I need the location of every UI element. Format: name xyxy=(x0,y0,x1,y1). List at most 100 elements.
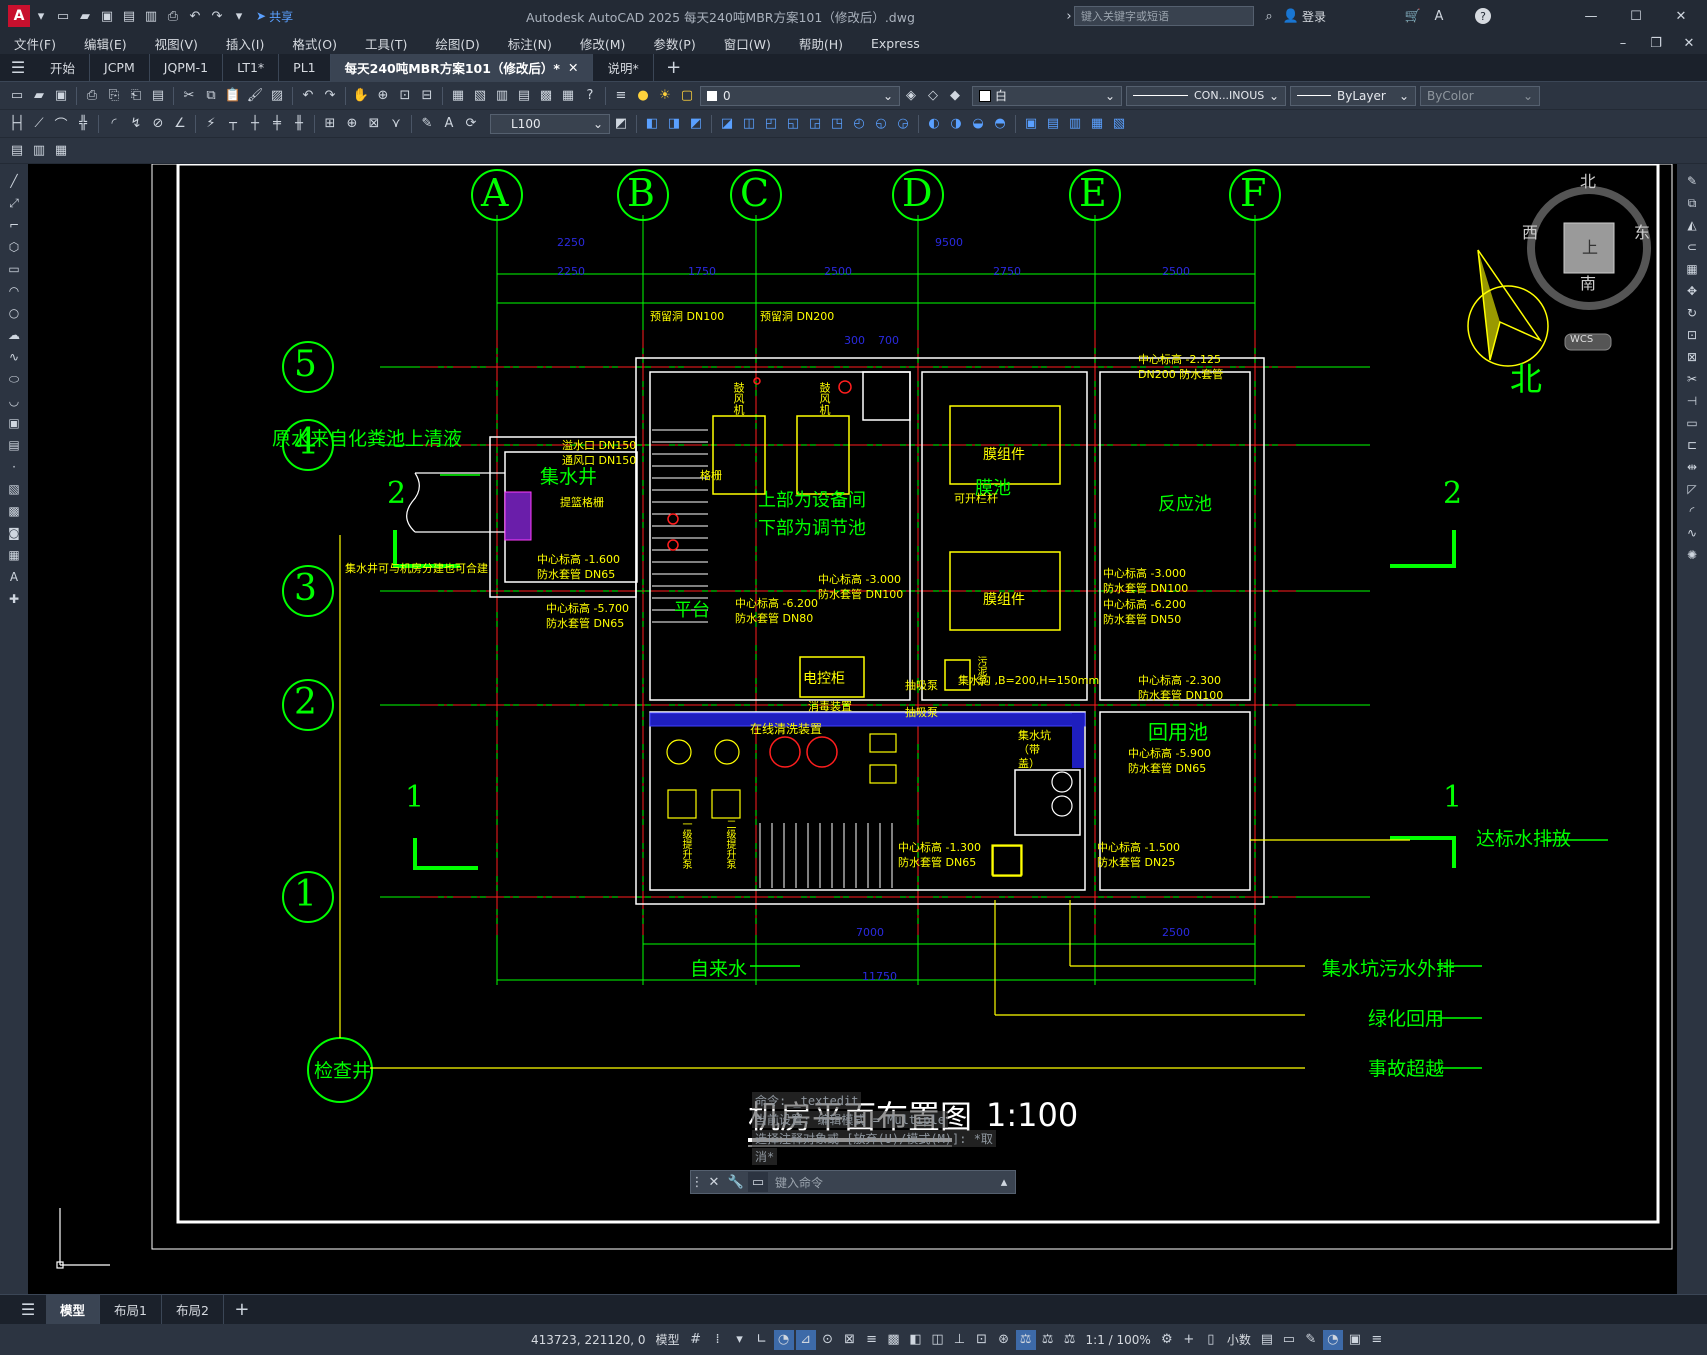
dim-linear-icon[interactable]: ├┤ xyxy=(7,114,27,134)
join-icon[interactable]: ⇹ xyxy=(1682,457,1702,477)
gizmo-icon[interactable]: ⊛ xyxy=(994,1330,1014,1350)
table-icon[interactable]: ▦ xyxy=(4,545,24,565)
move-icon[interactable]: ✥ xyxy=(1682,281,1702,301)
markup-icon[interactable]: ▩ xyxy=(536,86,556,106)
tab-layout1[interactable]: 布局1 xyxy=(100,1294,162,1325)
fillet-icon[interactable]: ◜ xyxy=(1682,501,1702,521)
open-icon[interactable]: ▰ xyxy=(29,86,49,106)
scale-readout[interactable]: 1:1 / 100% xyxy=(1081,1324,1156,1355)
sun-icon[interactable]: ☀ xyxy=(655,86,675,106)
hamburger-menu-icon[interactable]: ☰ xyxy=(8,58,28,78)
customization-icon[interactable]: ≡ xyxy=(1367,1330,1387,1350)
sign-in-link[interactable]: 登录 xyxy=(1302,8,1326,25)
point-icon[interactable]: · xyxy=(4,457,24,477)
layer-previous-icon[interactable]: ◇ xyxy=(923,86,943,106)
lineweight-icon[interactable]: ≡ xyxy=(862,1330,882,1350)
annotation-visibility-icon[interactable]: ⚖ xyxy=(1015,1329,1036,1350)
model-space-button[interactable]: 模型 xyxy=(651,1324,685,1355)
qat-menu-icon[interactable]: ▾ xyxy=(229,6,249,26)
view-left-icon[interactable]: ◩ xyxy=(686,114,706,134)
render-2-icon[interactable]: ▤ xyxy=(1043,114,1063,134)
menu-tools[interactable]: 工具(T) xyxy=(351,34,421,53)
coordinates-readout[interactable]: 413723, 221120, 0 xyxy=(526,1324,651,1355)
layout-menu-icon[interactable]: ☰ xyxy=(18,1300,38,1320)
layer-states-icon[interactable]: ◆ xyxy=(945,86,965,106)
doc-close-icon[interactable]: ✕ xyxy=(1679,33,1699,53)
ucs-origin-icon[interactable]: ◴ xyxy=(849,114,869,134)
ortho-icon[interactable]: ∟ xyxy=(752,1330,772,1350)
tab-jcpm[interactable]: JCPM xyxy=(90,53,150,82)
plot-icon[interactable]: ⎙ xyxy=(82,86,102,106)
print-icon[interactable]: ⎙ xyxy=(163,6,183,26)
menu-format[interactable]: 格式(O) xyxy=(278,34,351,53)
dim-edit-icon[interactable]: ✎ xyxy=(417,114,437,134)
rectangle-icon[interactable]: ▭ xyxy=(4,259,24,279)
clean-screen-icon[interactable]: ▣ xyxy=(1345,1330,1365,1350)
maximize-icon[interactable]: ☐ xyxy=(1626,6,1646,26)
tab-model[interactable]: 模型 xyxy=(46,1294,101,1325)
pan-icon[interactable]: ✋ xyxy=(351,86,371,106)
menu-insert[interactable]: 插入(I) xyxy=(212,34,278,53)
plotstyle-dropdown[interactable]: ByColor ⌄ xyxy=(1420,85,1540,106)
visual-style-3-icon[interactable]: ◒ xyxy=(968,114,988,134)
stretch-icon[interactable]: ⊠ xyxy=(1682,347,1702,367)
hatch-icon[interactable]: ▧ xyxy=(4,479,24,499)
wrench-icon[interactable]: 🔧 xyxy=(726,1172,746,1192)
dimstyle-manager-icon[interactable]: ◩ xyxy=(611,114,631,134)
annotation-monitor-icon[interactable]: + xyxy=(1179,1330,1199,1350)
osnap-icon[interactable]: ⊠ xyxy=(840,1330,860,1350)
doc-minimize-icon[interactable]: – xyxy=(1613,33,1633,53)
mirror-icon[interactable]: ◭ xyxy=(1682,215,1702,235)
ucs-object-icon[interactable]: ◲ xyxy=(805,114,825,134)
region-icon[interactable]: ◙ xyxy=(4,523,24,543)
line-icon[interactable]: ╱ xyxy=(4,171,24,191)
polar-icon[interactable]: ◔ xyxy=(773,1329,794,1350)
offset-icon[interactable]: ⊂ xyxy=(1682,237,1702,257)
command-input[interactable]: 键入命令 xyxy=(775,1174,993,1191)
tab-pl1[interactable]: PL1 xyxy=(279,53,331,82)
preview-icon[interactable]: ⎘ xyxy=(104,86,124,106)
arc-icon[interactable]: ◠ xyxy=(4,281,24,301)
lineweight-dropdown[interactable]: ByLayer ⌄ xyxy=(1290,85,1416,106)
visual-style-1-icon[interactable]: ◐ xyxy=(924,114,944,134)
ucs-previous-icon[interactable]: ◰ xyxy=(761,114,781,134)
insert-block-icon[interactable]: ▣ xyxy=(4,413,24,433)
chamfer-icon[interactable]: ◸ xyxy=(1682,479,1702,499)
isolate-objects-icon[interactable]: ✎ xyxy=(1301,1330,1321,1350)
copy-object-icon[interactable]: ⧉ xyxy=(1682,193,1702,213)
zoom-window-icon[interactable]: ⊡ xyxy=(395,86,415,106)
menu-file[interactable]: 文件(F) xyxy=(0,34,70,53)
spline-icon[interactable]: ∿ xyxy=(4,347,24,367)
chevron-up-icon[interactable]: ▴ xyxy=(994,1172,1014,1192)
save-icon[interactable]: ▣ xyxy=(97,6,117,26)
isodraft-icon[interactable]: ⊿ xyxy=(795,1329,816,1350)
vc-east[interactable]: 东 xyxy=(1634,219,1650,243)
render-3-icon[interactable]: ▥ xyxy=(1065,114,1085,134)
visual-style-4-icon[interactable]: ◓ xyxy=(990,114,1010,134)
close-icon[interactable]: ✕ xyxy=(1671,6,1691,26)
dim-jogged-icon[interactable]: ↯ xyxy=(126,114,146,134)
units-readout[interactable]: 小数 xyxy=(1222,1324,1256,1355)
save-icon[interactable]: ▣ xyxy=(51,86,71,106)
dimstyle-dropdown[interactable]: L100 ⌄ xyxy=(490,113,610,134)
ucs-3point-icon[interactable]: ◶ xyxy=(893,114,913,134)
explode-icon[interactable]: ✺ xyxy=(1682,545,1702,565)
vc-south[interactable]: 南 xyxy=(1580,270,1596,294)
dim-diameter-icon[interactable]: ⊘ xyxy=(148,114,168,134)
transparency-icon[interactable]: ▩ xyxy=(884,1330,904,1350)
new-tab-icon[interactable]: + xyxy=(664,57,684,78)
linetype-dropdown[interactable]: CON...INOUS ⌄ xyxy=(1126,85,1286,106)
tab-lt1[interactable]: LT1* xyxy=(223,53,280,82)
tab-jqpm-1[interactable]: JQPM-1 xyxy=(150,53,224,82)
tab-close-icon[interactable]: ✕ xyxy=(568,60,578,75)
block-editor-icon[interactable]: ▨ xyxy=(267,86,287,106)
properties-icon[interactable]: ▦ xyxy=(448,86,468,106)
open-folder-icon[interactable]: ▰ xyxy=(75,6,95,26)
lock-icon[interactable]: ▢ xyxy=(677,86,697,106)
view-bottom-icon[interactable]: ◨ xyxy=(664,114,684,134)
xline-icon[interactable]: ⤢ xyxy=(4,193,24,213)
layer-manager-icon[interactable]: ≡ xyxy=(611,86,631,106)
drawing-canvas[interactable]: A B C D E F 5 4 3 2 1 2250 9500 2250 175… xyxy=(0,164,1707,1294)
redo-icon[interactable]: ↷ xyxy=(320,86,340,106)
menu-window[interactable]: 窗口(W) xyxy=(710,34,785,53)
